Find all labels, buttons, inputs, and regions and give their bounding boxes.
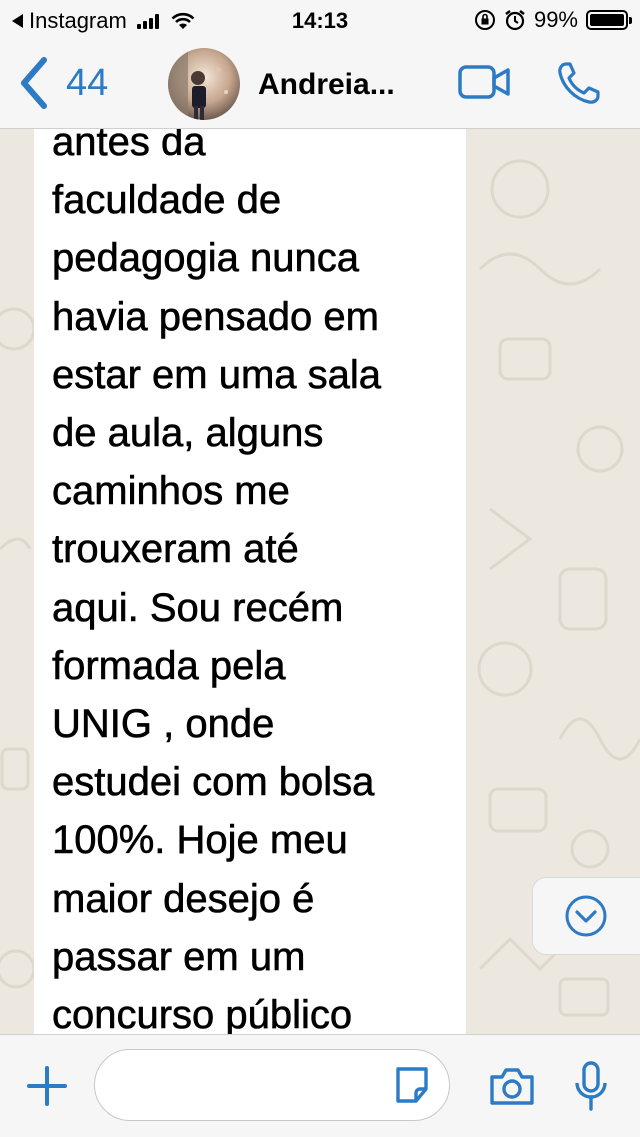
sticker-button[interactable] xyxy=(392,1053,432,1122)
microphone-icon xyxy=(575,1061,607,1111)
avatar[interactable] xyxy=(168,48,240,120)
battery-icon xyxy=(586,10,632,30)
video-call-button[interactable] xyxy=(456,62,512,107)
sticker-icon xyxy=(396,1067,428,1103)
status-bar: Instagram 14:13 99% xyxy=(0,0,640,40)
phone-icon xyxy=(558,62,600,104)
chevron-left-icon xyxy=(21,57,47,109)
message-text: antes da faculdade de pedagogia nunca ha… xyxy=(52,129,382,1034)
composer-bar xyxy=(0,1034,640,1137)
chevron-down-circle-icon xyxy=(565,895,607,937)
chat-area[interactable]: antes da faculdade de pedagogia nunca ha… xyxy=(0,129,640,1034)
orientation-lock-icon xyxy=(474,10,495,30)
chat-header: 44 Andreia... xyxy=(0,40,640,129)
camera-button[interactable] xyxy=(488,1065,536,1112)
scroll-to-bottom-button[interactable] xyxy=(532,877,640,955)
back-button[interactable]: 44 xyxy=(18,56,108,110)
message-input[interactable] xyxy=(119,1068,393,1106)
avatar-photo xyxy=(168,48,240,120)
battery-percent: 99% xyxy=(533,7,578,32)
battery-fill xyxy=(590,14,624,26)
voice-message-button[interactable] xyxy=(574,1061,608,1118)
contact-name[interactable]: Andreia... xyxy=(258,68,395,102)
alarm-icon xyxy=(505,10,525,31)
attach-button[interactable] xyxy=(26,1065,68,1112)
plus-icon xyxy=(27,1066,67,1106)
camera-icon xyxy=(490,1068,534,1105)
video-call-icon xyxy=(458,65,510,99)
unread-count: 44 xyxy=(66,61,109,104)
voice-call-button[interactable] xyxy=(556,60,602,111)
